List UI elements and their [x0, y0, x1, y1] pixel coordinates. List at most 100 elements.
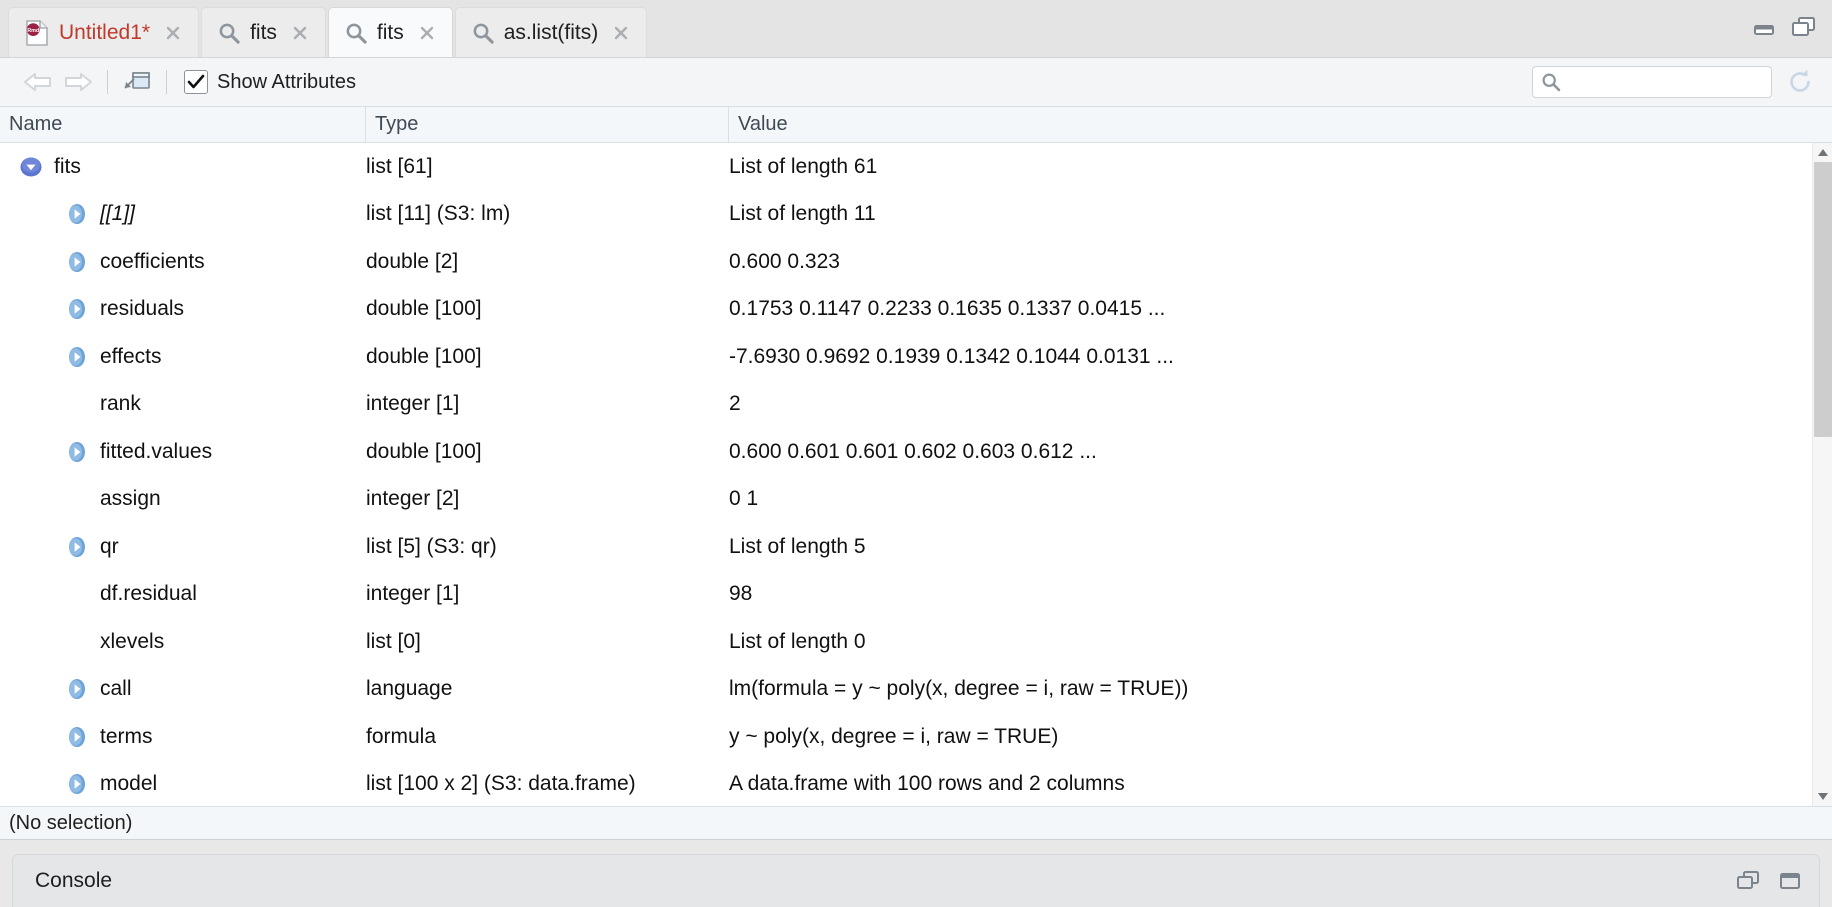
- search-icon: [472, 22, 494, 44]
- expand-toggle-collapsed[interactable]: [64, 676, 90, 702]
- cell-type: double [100]: [366, 297, 482, 321]
- svg-text:Rmd: Rmd: [27, 28, 39, 34]
- chevron-right-icon: [69, 204, 85, 225]
- expand-toggle-collapsed[interactable]: [64, 534, 90, 560]
- column-header-type[interactable]: Type: [366, 107, 729, 142]
- cell-type: list [0]: [366, 629, 421, 653]
- rmd-file-icon: Rmd: [25, 19, 49, 46]
- table-row[interactable]: df.residual integer [1] 98: [0, 571, 1812, 619]
- console-window-controls: [1733, 867, 1805, 895]
- cell-type: language: [366, 677, 453, 701]
- chevron-right-icon: [69, 441, 85, 462]
- scroll-up-arrow-icon: [1817, 149, 1828, 156]
- object-name: rank: [100, 392, 141, 416]
- cell-name: coefficients: [0, 238, 366, 286]
- cell-name: terms: [0, 713, 366, 761]
- table-row[interactable]: terms formula y ~ poly(x, degree = i, raw …: [0, 713, 1812, 761]
- search-box[interactable]: [1532, 66, 1772, 98]
- expand-toggle-expanded[interactable]: [18, 154, 44, 180]
- vertical-scrollbar[interactable]: [1812, 143, 1832, 807]
- console-restore-button[interactable]: [1733, 867, 1763, 895]
- object-name: fitted.values: [100, 439, 213, 463]
- restore-pane-button[interactable]: [1790, 14, 1818, 40]
- cell-name: model: [0, 761, 366, 807]
- tab-close-button[interactable]: [164, 24, 182, 42]
- refresh-button[interactable]: [1780, 64, 1820, 100]
- cell-value: -7.6930 0.9692 0.1939 0.1342 0.1044 0.01…: [729, 344, 1174, 368]
- tab-label: fits: [250, 21, 277, 44]
- status-bar: (No selection): [0, 806, 1832, 841]
- scroll-down-arrow-icon: [1817, 793, 1828, 801]
- cell-type: list [61]: [366, 154, 433, 178]
- table-row[interactable]: residuals double [100] 0.1753 0.1147 0.223…: [0, 286, 1812, 334]
- cell-type: formula: [366, 724, 437, 748]
- close-icon: [293, 26, 307, 39]
- tab-close-button[interactable]: [418, 24, 436, 42]
- table-row[interactable]: rank integer [1] 2: [0, 381, 1812, 429]
- object-name: assign: [100, 487, 161, 511]
- forward-button[interactable]: [58, 65, 98, 99]
- expand-toggle-collapsed[interactable]: [64, 724, 90, 750]
- refresh-icon: [1790, 69, 1810, 92]
- scroll-down-button[interactable]: [1813, 787, 1832, 806]
- scrollbar-thumb[interactable]: [1813, 162, 1832, 438]
- selection-status-text: (No selection): [9, 811, 133, 834]
- tab-bar: Rmd Untitled1* fits fits as.list(fits): [0, 0, 1832, 58]
- tab-fits[interactable]: fits: [201, 7, 326, 57]
- expand-toggle-collapsed[interactable]: [64, 201, 90, 227]
- cell-name: [[1]]: [0, 191, 366, 239]
- search-icon: [218, 22, 240, 44]
- table-row[interactable]: effects double [100] -7.6930 0.9692 0.1939…: [0, 333, 1812, 381]
- object-name: [[1]]: [100, 202, 136, 226]
- cell-value: List of length 11: [729, 202, 876, 226]
- console-maximize-button[interactable]: [1775, 867, 1805, 895]
- expand-toggle-placeholder: [64, 629, 90, 655]
- table-row[interactable]: coefficients double [2] 0.600 0.323: [0, 238, 1812, 286]
- table-row[interactable]: fits list [61] List of length 61: [0, 143, 1812, 191]
- tab-close-button[interactable]: [612, 24, 630, 42]
- cell-name: df.residual: [0, 571, 366, 619]
- minimize-pane-button[interactable]: [1750, 14, 1778, 40]
- cell-name: assign: [0, 476, 366, 524]
- chevron-right-icon: [69, 346, 85, 367]
- cell-type: integer [1]: [366, 392, 460, 416]
- expand-toggle-collapsed[interactable]: [64, 771, 90, 797]
- search-input[interactable]: [1567, 72, 1763, 92]
- table-row[interactable]: fitted.values double [100] 0.600 0.601 0.6…: [0, 428, 1812, 476]
- expand-toggle-collapsed[interactable]: [64, 296, 90, 322]
- show-attributes-checkbox[interactable]: [184, 70, 208, 94]
- cell-name: residuals: [0, 286, 366, 334]
- tab-label: fits: [376, 21, 404, 44]
- table-row[interactable]: model list [100 x 2] (S3: data.frame) A da…: [0, 761, 1812, 807]
- console-title[interactable]: Console: [35, 869, 112, 893]
- table-row[interactable]: call language lm(formula = y ~ poly(x, deg…: [0, 666, 1812, 714]
- chevron-right-icon: [69, 774, 85, 795]
- table-row[interactable]: [[1]] list [11] (S3: lm) List of length 11: [0, 191, 1812, 239]
- table-row[interactable]: qr list [5] (S3: qr) List of length 5: [0, 523, 1812, 571]
- column-header-value[interactable]: Value: [729, 107, 1832, 142]
- tab-as-list-fits[interactable]: as.list(fits): [454, 7, 648, 57]
- object-name: effects: [100, 344, 162, 368]
- tab-close-button[interactable]: [291, 24, 309, 42]
- scroll-up-button[interactable]: [1813, 143, 1832, 162]
- cell-value: 2: [729, 392, 741, 416]
- expand-toggle-collapsed[interactable]: [64, 439, 90, 465]
- window-controls: [1750, 14, 1818, 40]
- back-button[interactable]: [18, 65, 58, 99]
- search-icon: [345, 22, 367, 44]
- tab-untitled1[interactable]: Rmd Untitled1*: [8, 7, 200, 57]
- expand-toggle-collapsed[interactable]: [64, 344, 90, 370]
- cell-type: double [100]: [366, 344, 482, 368]
- open-in-new-window-button[interactable]: [117, 65, 157, 99]
- object-name: terms: [100, 724, 153, 748]
- scrollbar-track[interactable]: [1813, 162, 1832, 787]
- tab-label: as.list(fits): [503, 21, 599, 44]
- forward-arrow-icon: [65, 73, 92, 91]
- show-attributes-toggle[interactable]: Show Attributes: [184, 70, 356, 94]
- table-row[interactable]: assign integer [2] 0 1: [0, 476, 1812, 524]
- column-header-name[interactable]: Name: [0, 107, 366, 142]
- table-row[interactable]: xlevels list [0] List of length 0: [0, 618, 1812, 666]
- cell-name: qr: [0, 523, 366, 571]
- expand-toggle-collapsed[interactable]: [64, 249, 90, 275]
- tab-fits[interactable]: fits: [327, 7, 453, 57]
